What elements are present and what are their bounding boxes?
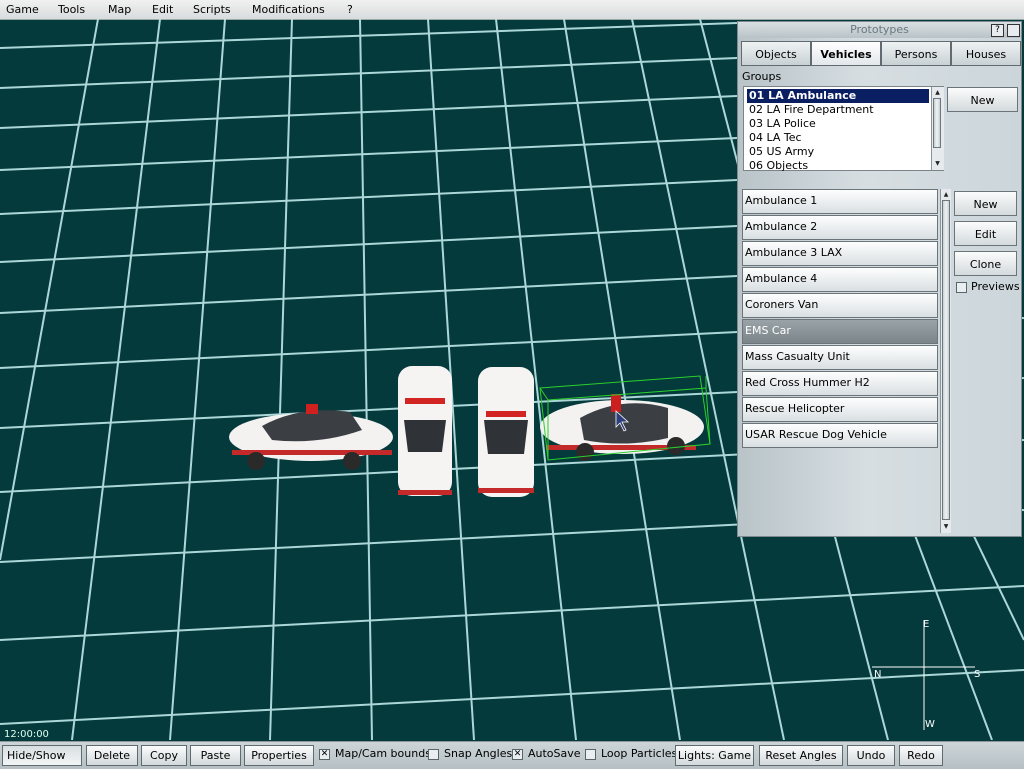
autosave-label: AutoSave xyxy=(528,747,581,760)
prototype-item-selected[interactable]: EMS Car xyxy=(742,319,938,344)
help-icon[interactable]: ? xyxy=(991,24,1004,37)
lights-button[interactable]: Lights: Game xyxy=(675,745,754,766)
loop-particles-checkbox[interactable] xyxy=(585,749,596,760)
properties-button[interactable]: Properties xyxy=(244,745,314,766)
prototype-item[interactable]: Mass Casualty Unit xyxy=(742,345,938,370)
bottom-toolbar: Hide/Show Delete Copy Paste Properties ✕… xyxy=(0,741,1024,769)
vehicle-ambulance-car-2[interactable] xyxy=(398,366,452,496)
snap-angles-label: Snap Angles xyxy=(444,747,513,760)
prototype-item[interactable]: Ambulance 4 xyxy=(742,267,938,292)
prototypes-panel: Prototypes ? Objects Vehicles Persons Ho… xyxy=(737,21,1022,537)
map-cam-bounds-label: Map/Cam bounds xyxy=(335,747,431,760)
groups-list[interactable]: 01 LA Ambulance 02 LA Fire Department 03… xyxy=(743,86,944,173)
menu-scripts[interactable]: Scripts xyxy=(193,3,231,16)
prototype-item[interactable]: Red Cross Hummer H2 xyxy=(742,371,938,396)
menu-game[interactable]: Game xyxy=(6,3,39,16)
group-item[interactable]: 04 LA Tec xyxy=(747,131,929,145)
groups-label: Groups xyxy=(742,70,782,83)
tab-persons[interactable]: Persons xyxy=(881,41,951,66)
groups-scroll-thumb[interactable] xyxy=(933,98,941,148)
scroll-up-icon[interactable]: ▲ xyxy=(933,88,942,97)
vehicle-ambulance-car-3[interactable] xyxy=(478,367,534,497)
paste-button[interactable]: Paste xyxy=(190,745,241,766)
group-item[interactable]: 01 LA Ambulance xyxy=(747,89,929,103)
map-cam-bounds-checkbox[interactable]: ✕ xyxy=(319,749,330,760)
panel-title: Prototypes xyxy=(738,22,1021,38)
menu-map[interactable]: Map xyxy=(108,3,131,16)
compass-west-label: W xyxy=(925,719,935,730)
previews-checkbox[interactable] xyxy=(956,282,967,293)
clone-prototype-button[interactable]: Clone xyxy=(954,251,1017,276)
group-item[interactable]: 03 LA Police xyxy=(747,117,929,131)
prototype-item[interactable]: Ambulance 3 LAX xyxy=(742,241,938,266)
tab-houses[interactable]: Houses xyxy=(951,41,1021,66)
game-clock: 12:00:00 xyxy=(4,729,49,740)
reset-angles-button[interactable]: Reset Angles xyxy=(759,745,843,766)
autosave-checkbox[interactable]: ✕ xyxy=(512,749,523,760)
new-group-button[interactable]: New xyxy=(947,87,1018,112)
scroll-down-icon[interactable]: ▼ xyxy=(942,522,950,531)
menu-tools[interactable]: Tools xyxy=(58,3,85,16)
menu-modifications[interactable]: Modifications xyxy=(252,3,325,16)
compass-east-label: E xyxy=(923,619,930,630)
prototype-item[interactable]: Coroners Van xyxy=(742,293,938,318)
delete-button[interactable]: Delete xyxy=(86,745,138,766)
hide-show-button[interactable]: Hide/Show xyxy=(2,745,82,766)
new-prototype-button[interactable]: New xyxy=(954,191,1017,216)
group-item[interactable]: 06 Objects xyxy=(747,159,929,173)
previews-label: Previews xyxy=(971,280,1020,293)
prototype-item[interactable]: Rescue Helicopter xyxy=(742,397,938,422)
edit-prototype-button[interactable]: Edit xyxy=(954,221,1017,246)
vehicle-ambulance-car-1[interactable] xyxy=(229,404,393,470)
loop-particles-label: Loop Particles xyxy=(601,747,678,760)
menu-bar: Game Tools Map Edit Scripts Modification… xyxy=(0,0,1024,20)
prototype-item[interactable]: Ambulance 2 xyxy=(742,215,938,240)
menu-edit[interactable]: Edit xyxy=(152,3,173,16)
compass-north-label: N xyxy=(874,669,882,680)
prototype-item[interactable]: Ambulance 1 xyxy=(742,189,938,214)
undo-button[interactable]: Undo xyxy=(847,745,895,766)
scroll-down-icon[interactable]: ▼ xyxy=(933,159,942,168)
tab-vehicles[interactable]: Vehicles xyxy=(811,41,881,66)
compass-icon xyxy=(872,620,975,730)
prototypes-scrollbar[interactable]: ▲ ▼ xyxy=(940,189,951,533)
menu-help[interactable]: ? xyxy=(347,3,353,16)
group-item[interactable]: 02 LA Fire Department xyxy=(747,103,929,117)
prototypes-scroll-thumb[interactable] xyxy=(942,200,950,520)
compass-south-label: S xyxy=(974,669,981,680)
copy-button[interactable]: Copy xyxy=(141,745,187,766)
scroll-up-icon[interactable]: ▲ xyxy=(942,190,950,199)
groups-scrollbar[interactable]: ▲ ▼ xyxy=(931,87,944,170)
tab-objects[interactable]: Objects xyxy=(741,41,811,66)
snap-angles-checkbox[interactable] xyxy=(428,749,439,760)
panel-close-icon[interactable] xyxy=(1007,24,1020,37)
redo-button[interactable]: Redo xyxy=(899,745,943,766)
prototype-item[interactable]: USAR Rescue Dog Vehicle xyxy=(742,423,938,448)
group-item[interactable]: 05 US Army xyxy=(747,145,929,159)
